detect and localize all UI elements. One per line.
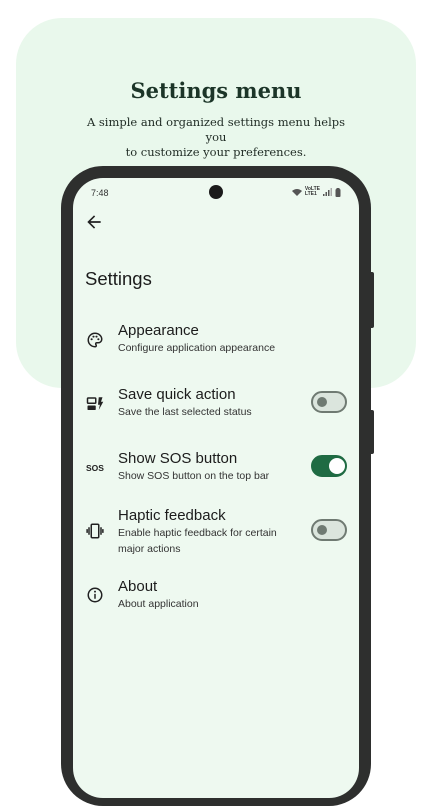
info-icon <box>87 587 103 603</box>
haptic-feedback-toggle[interactable] <box>311 519 347 541</box>
setting-description: Enable haptic feedback for certain major… <box>118 527 277 555</box>
wifi-icon <box>291 189 302 196</box>
setting-description: Configure application appearance <box>118 342 276 354</box>
setting-save-quick-action[interactable]: Save quick action Save the last selected… <box>73 384 359 440</box>
signal-icon <box>323 188 332 196</box>
setting-title: Save quick action <box>118 386 236 403</box>
phone-screen: 7:48 VoLTE LTE1 Settings Appearance Conf… <box>73 178 359 798</box>
status-icons: VoLTE LTE1 <box>291 187 341 197</box>
setting-show-sos-button[interactable]: SOS Show SOS button Show SOS button on t… <box>73 448 359 504</box>
setting-about[interactable]: About About application <box>73 576 359 632</box>
toggle-knob <box>329 458 345 474</box>
toggle-knob <box>317 525 327 535</box>
page-title: Settings <box>85 268 152 289</box>
save-quick-action-toggle[interactable] <box>311 391 347 413</box>
setting-title: Appearance <box>118 322 199 339</box>
setting-title: Haptic feedback <box>118 507 226 524</box>
back-button[interactable] <box>84 212 104 232</box>
setting-haptic-feedback[interactable]: Haptic feedback Enable haptic feedback f… <box>73 505 359 561</box>
promo-title: Settings menu <box>130 78 302 103</box>
phone-volume-button <box>369 410 374 454</box>
promo-subtitle: A simple and organized settings menu hel… <box>86 115 346 160</box>
toggle-knob <box>317 397 327 407</box>
front-camera <box>209 185 223 199</box>
setting-description: About application <box>118 598 199 610</box>
battery-icon <box>335 187 341 197</box>
sos-icon: SOS <box>86 463 104 473</box>
setting-title: About <box>118 578 158 595</box>
promo-subtitle-line-1: A simple and organized settings menu hel… <box>86 115 346 144</box>
network-lte-label: LTE1 <box>304 191 317 197</box>
quick-action-icon <box>86 397 104 410</box>
setting-title: Show SOS button <box>118 450 238 467</box>
show-sos-button-toggle[interactable] <box>311 455 347 477</box>
promo-subtitle-line-2: to customize your preferences. <box>125 145 307 159</box>
setting-appearance[interactable]: Appearance Configure application appeara… <box>73 320 359 376</box>
phone-power-button <box>369 272 374 328</box>
arrow-back-icon <box>87 215 101 229</box>
network-type: VoLTE LTE1 <box>305 187 320 197</box>
setting-description: Show SOS button on the top bar <box>118 470 270 482</box>
setting-description: Save the last selected status <box>118 406 252 418</box>
palette-icon <box>87 332 103 348</box>
vibration-icon <box>86 523 104 539</box>
status-time: 7:48 <box>91 188 109 198</box>
